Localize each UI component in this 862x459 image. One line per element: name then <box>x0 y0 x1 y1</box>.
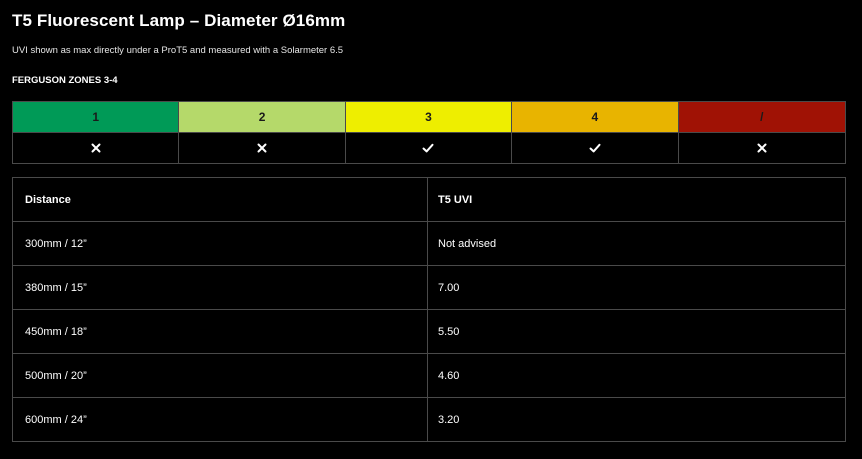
zone-mark-5 <box>678 132 845 163</box>
cell-distance: 500mm / 20” <box>13 353 428 397</box>
cell-uvi: 4.60 <box>428 353 845 397</box>
cell-uvi: 7.00 <box>428 265 845 309</box>
cell-distance: 600mm / 24” <box>13 397 428 441</box>
cross-icon <box>91 143 101 153</box>
zone-mark-2 <box>179 132 346 163</box>
cell-distance: 380mm / 15” <box>13 265 428 309</box>
zone-header-1: 1 <box>13 102 180 132</box>
zones-heading: FERGUSON ZONES 3-4 <box>12 75 118 86</box>
zone-header-2: 2 <box>179 102 346 132</box>
header-distance: Distance <box>13 178 428 221</box>
cross-icon <box>257 143 267 153</box>
cell-uvi: 5.50 <box>428 309 845 353</box>
cross-icon <box>757 143 767 153</box>
check-icon <box>422 143 434 153</box>
page-subtitle: UVI shown as max directly under a ProT5 … <box>12 45 344 56</box>
cell-uvi: 3.20 <box>428 397 845 441</box>
page-title: T5 Fluorescent Lamp – Diameter Ø16mm <box>12 11 346 30</box>
zone-mark-3 <box>345 132 513 163</box>
header-uvi: T5 UVI <box>438 193 473 206</box>
check-icon <box>589 143 601 153</box>
cell-distance: 450mm / 18” <box>13 309 428 353</box>
uvi-distance-table: Distance T5 UVI 300mm / 12” Not advised … <box>12 177 846 442</box>
cell-distance: 300mm / 12” <box>13 221 428 265</box>
zone-mark-4 <box>512 132 679 163</box>
zone-header-5: / <box>678 102 845 132</box>
zone-header-3: 3 <box>345 102 513 132</box>
zone-mark-1 <box>13 132 180 163</box>
zone-header-4: 4 <box>512 102 679 132</box>
cell-uvi: Not advised <box>428 221 845 265</box>
ferguson-zones-grid: 1 2 3 4 / <box>12 101 846 164</box>
